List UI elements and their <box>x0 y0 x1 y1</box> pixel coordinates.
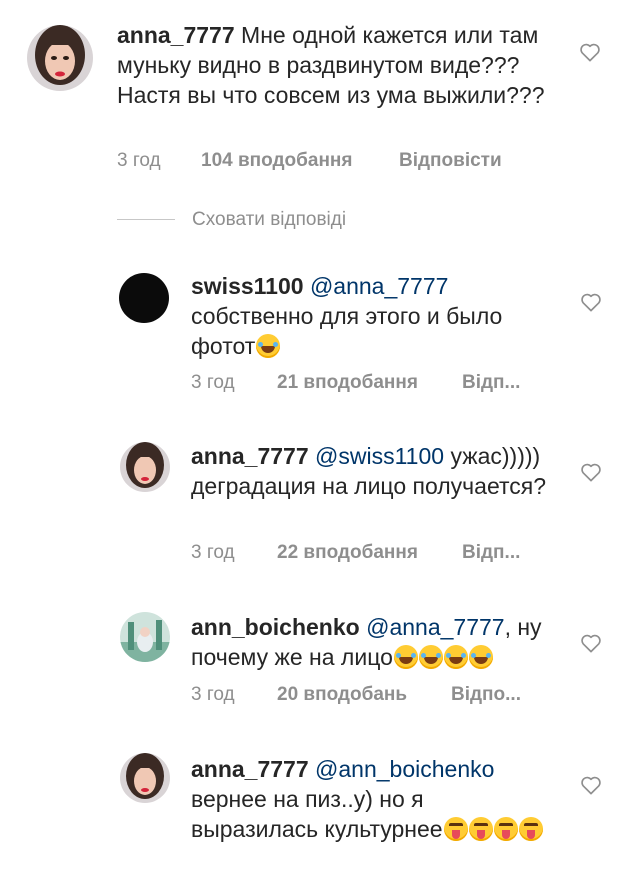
comment-text: ann_boichenko @anna_7777, ну почему же н… <box>191 612 566 672</box>
squinting-face-with-tongue-emoji <box>493 817 518 841</box>
comment-meta: 3 год 21 вподобання Відп... <box>191 372 520 394</box>
heart-icon[interactable] <box>580 462 602 482</box>
squinting-face-with-tongue-emoji <box>468 817 493 841</box>
mention-link[interactable]: @swiss1100 <box>315 443 444 469</box>
comment-likes[interactable]: 20 вподобань <box>277 684 451 706</box>
reply-button[interactable]: Відп... <box>462 372 520 394</box>
mention-link[interactable]: @anna_7777 <box>310 273 448 299</box>
face-with-tears-of-joy-emoji <box>443 645 468 669</box>
face-with-tears-of-joy-emoji <box>468 645 493 669</box>
comment-time: 3 год <box>191 684 235 705</box>
comment-likes[interactable]: 22 вподобання <box>277 542 462 564</box>
comment-meta: 3 год 22 вподобання Відп... <box>191 542 520 564</box>
comment-username[interactable]: ann_boichenko <box>191 614 360 640</box>
squinting-face-with-tongue-emoji <box>518 817 543 841</box>
avatar[interactable] <box>120 612 170 662</box>
comment-text: anna_7777 @swiss1100 ужас))))) деградаци… <box>191 441 566 501</box>
heart-icon[interactable] <box>579 42 601 62</box>
avatar[interactable] <box>120 442 170 492</box>
squinting-face-with-tongue-emoji <box>443 817 468 841</box>
avatar[interactable] <box>27 25 93 91</box>
comment-text: anna_7777 @ann_boichenko вернее на пиз..… <box>191 754 551 844</box>
reply-button[interactable]: Відповісти <box>399 150 502 172</box>
divider <box>117 219 175 220</box>
comment-text: anna_7777 Мне одной кажется или там мунь… <box>117 20 547 110</box>
face-with-tears-of-joy-emoji <box>418 645 443 669</box>
comment-meta: 3 год 20 вподобань Відпо... <box>191 684 521 706</box>
heart-icon[interactable] <box>580 775 602 795</box>
comment-meta: 3 год 104 вподобання Відповісти <box>117 150 502 172</box>
mention-link[interactable]: @anna_7777 <box>366 614 504 640</box>
heart-icon[interactable] <box>580 292 602 312</box>
comment-body: собственно для этого и было фотот <box>191 303 503 359</box>
comment-time: 3 год <box>191 542 235 563</box>
comment-username[interactable]: anna_7777 <box>117 22 235 48</box>
comment-username[interactable]: anna_7777 <box>191 756 309 782</box>
reply-button[interactable]: Відп... <box>462 542 520 564</box>
avatar[interactable] <box>119 273 169 323</box>
comment-likes[interactable]: 104 вподобання <box>201 150 399 172</box>
reply-button[interactable]: Відпо... <box>451 684 521 706</box>
comment-time: 3 год <box>191 372 235 393</box>
mention-link[interactable]: @ann_boichenko <box>315 756 494 782</box>
comment-username[interactable]: anna_7777 <box>191 443 309 469</box>
hide-replies-button[interactable]: Сховати відповіді <box>192 209 346 231</box>
avatar[interactable] <box>120 753 170 803</box>
comment-likes[interactable]: 21 вподобання <box>277 372 462 394</box>
comment-text: swiss1100 @anna_7777 собственно для этог… <box>191 271 566 361</box>
face-with-tears-of-joy-emoji <box>393 645 418 669</box>
comment-body: вернее на пиз..у) но я выразилась культу… <box>191 786 443 842</box>
comment-username[interactable]: swiss1100 <box>191 273 304 299</box>
face-with-tears-of-joy-emoji <box>256 334 281 358</box>
comment-time: 3 год <box>117 150 161 171</box>
heart-icon[interactable] <box>580 633 602 653</box>
